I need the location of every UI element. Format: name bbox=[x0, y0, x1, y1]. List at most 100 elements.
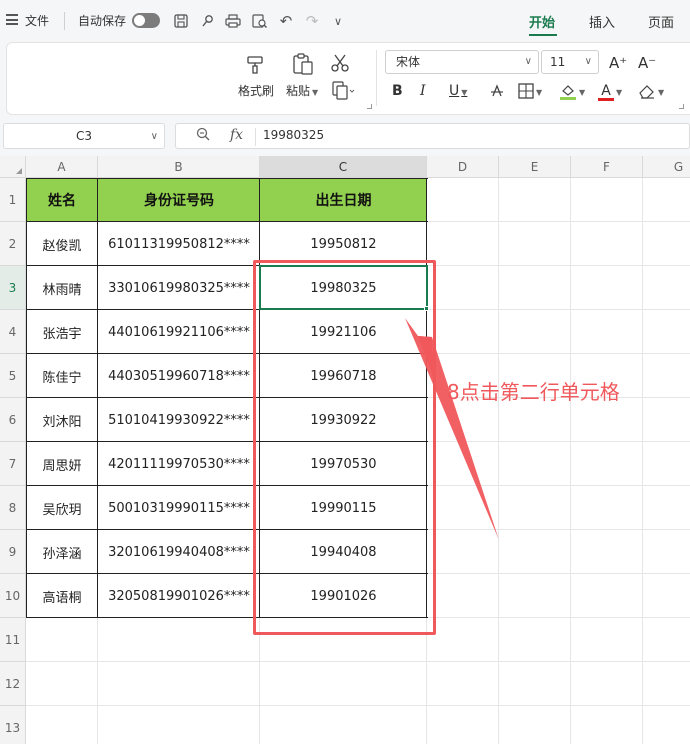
formula-input[interactable]: fx 19980325 bbox=[175, 123, 690, 149]
italic-button[interactable]: I bbox=[420, 80, 426, 102]
underline-dropdown-icon[interactable]: ▼ bbox=[461, 88, 467, 97]
formula-divider bbox=[255, 128, 256, 146]
row-header-10[interactable]: 10 bbox=[0, 574, 26, 618]
table-cell[interactable]: 61011319950812**** bbox=[98, 222, 260, 266]
copy-icon[interactable] bbox=[332, 81, 356, 106]
format-painter-icon[interactable] bbox=[245, 53, 267, 80]
name-box-value: C3 bbox=[75, 129, 92, 143]
tab-insert[interactable]: 插入 bbox=[589, 12, 615, 31]
bold-button[interactable]: B bbox=[392, 80, 403, 102]
row-header-7[interactable]: 7 bbox=[0, 442, 26, 486]
file-menu[interactable]: 文件 bbox=[25, 11, 49, 31]
chevron-down-icon: ∨ bbox=[584, 56, 592, 67]
column-header-f[interactable]: F bbox=[571, 156, 643, 178]
format-painter-button[interactable]: 格式刷 bbox=[238, 82, 274, 99]
name-box[interactable]: C3 ∨ bbox=[3, 123, 165, 149]
table-cell[interactable]: 孙泽涵 bbox=[26, 530, 98, 574]
print-icon[interactable] bbox=[223, 10, 243, 32]
font-color-button[interactable]: A ▼ bbox=[598, 80, 622, 102]
clipboard-group-launcher[interactable] bbox=[367, 104, 372, 109]
table-border bbox=[26, 178, 428, 179]
table-cell[interactable]: 周思妍 bbox=[26, 442, 98, 486]
print-preview-icon[interactable] bbox=[250, 10, 270, 32]
table-cell[interactable]: 42011119970530**** bbox=[98, 442, 260, 486]
font-name-select[interactable]: 宋体 ∨ bbox=[385, 50, 539, 74]
borders-icon[interactable]: ▼ bbox=[518, 80, 542, 102]
table-cell[interactable]: 刘沐阳 bbox=[26, 398, 98, 442]
gridline-vertical bbox=[642, 178, 643, 744]
row-header-13[interactable]: 13 bbox=[0, 706, 26, 744]
more-icon[interactable]: ∨ bbox=[328, 10, 348, 32]
table-cell[interactable]: 44010619921106**** bbox=[98, 310, 260, 354]
paste-dropdown-icon[interactable]: ▼ bbox=[312, 88, 318, 97]
save-icon[interactable] bbox=[171, 10, 191, 32]
table-cell[interactable]: 32010619940408**** bbox=[98, 530, 260, 574]
gridline-horizontal bbox=[26, 661, 690, 662]
row-header-6[interactable]: 6 bbox=[0, 398, 26, 442]
menu-icon[interactable] bbox=[6, 14, 18, 25]
row-header-3[interactable]: 3 bbox=[0, 266, 26, 310]
column-header-b[interactable]: B bbox=[98, 156, 260, 178]
table-header-cell[interactable]: 出生日期 bbox=[260, 178, 427, 222]
row-header-8[interactable]: 8 bbox=[0, 486, 26, 530]
table-cell[interactable]: 44030519960718**** bbox=[98, 354, 260, 398]
increase-font-size-button[interactable]: A⁺ bbox=[609, 52, 627, 74]
redo-icon[interactable]: ↷ bbox=[302, 10, 322, 32]
table-cell[interactable]: 高语桐 bbox=[26, 574, 98, 618]
undo-icon[interactable]: ↶ bbox=[276, 10, 296, 32]
gridline-vertical bbox=[498, 178, 499, 744]
table-cell[interactable]: 张浩宇 bbox=[26, 310, 98, 354]
formula-bar: C3 ∨ fx 19980325 bbox=[0, 118, 690, 156]
tab-home[interactable]: 开始 bbox=[529, 12, 555, 31]
table-header-cell[interactable]: 姓名 bbox=[26, 178, 98, 222]
chevron-down-icon: ∨ bbox=[524, 56, 532, 67]
clear-format-dropdown-icon[interactable]: ▼ bbox=[658, 88, 664, 97]
underline-button[interactable]: U ▼ bbox=[449, 80, 467, 102]
column-header-e[interactable]: E bbox=[499, 156, 571, 178]
row-header-1[interactable]: 1 bbox=[0, 178, 26, 222]
clear-format-icon[interactable]: ▼ bbox=[638, 80, 664, 102]
column-header-c[interactable]: C bbox=[260, 156, 427, 178]
row-header-2[interactable]: 2 bbox=[0, 222, 26, 266]
gridline-vertical bbox=[570, 178, 571, 744]
share-icon[interactable] bbox=[198, 10, 218, 32]
select-all-button[interactable] bbox=[0, 156, 26, 178]
insert-function-button[interactable]: fx bbox=[230, 127, 243, 143]
fill-color-icon[interactable]: ▼ bbox=[559, 80, 585, 102]
borders-dropdown-icon[interactable]: ▼ bbox=[536, 88, 542, 97]
row-header-9[interactable]: 9 bbox=[0, 530, 26, 574]
paste-button[interactable]: 粘贴 ▼ bbox=[286, 82, 318, 99]
table-cell[interactable]: 51010419930922**** bbox=[98, 398, 260, 442]
font-size-value: 11 bbox=[550, 55, 566, 69]
column-header-a[interactable]: A bbox=[26, 156, 98, 178]
font-color-dropdown-icon[interactable]: ▼ bbox=[616, 88, 622, 97]
autosave-toggle[interactable] bbox=[132, 13, 160, 28]
table-header-cell[interactable]: 身份证号码 bbox=[98, 178, 260, 222]
fill-color-dropdown-icon[interactable]: ▼ bbox=[579, 88, 585, 97]
table-cell[interactable]: 赵俊凯 bbox=[26, 222, 98, 266]
row-header-11[interactable]: 11 bbox=[0, 618, 26, 662]
cut-icon[interactable] bbox=[331, 53, 349, 78]
row-header-5[interactable]: 5 bbox=[0, 354, 26, 398]
column-header-d[interactable]: D bbox=[427, 156, 499, 178]
paste-icon[interactable] bbox=[291, 52, 315, 81]
font-size-select[interactable]: 11 ∨ bbox=[541, 50, 599, 74]
column-header-g[interactable]: G bbox=[643, 156, 690, 178]
font-name-value: 宋体 bbox=[396, 55, 421, 69]
table-cell[interactable]: 吴欣玥 bbox=[26, 486, 98, 530]
underline-label: U bbox=[449, 83, 460, 99]
zoom-icon[interactable] bbox=[196, 127, 210, 145]
font-group-launcher[interactable] bbox=[679, 104, 684, 109]
chevron-down-icon: ∨ bbox=[150, 131, 158, 142]
tab-page[interactable]: 页面 bbox=[648, 12, 674, 31]
row-header-12[interactable]: 12 bbox=[0, 662, 26, 706]
table-cell[interactable]: 50010319990115**** bbox=[98, 486, 260, 530]
table-cell[interactable]: 33010619980325**** bbox=[98, 266, 260, 310]
table-cell[interactable]: 32050819901026**** bbox=[98, 574, 260, 618]
decrease-font-size-button[interactable]: A⁻ bbox=[638, 52, 656, 74]
row-header-4[interactable]: 4 bbox=[0, 310, 26, 354]
table-cell[interactable]: 林雨晴 bbox=[26, 266, 98, 310]
strikethrough-icon[interactable] bbox=[490, 80, 504, 102]
active-tab-indicator bbox=[529, 34, 557, 36]
table-cell[interactable]: 陈佳宁 bbox=[26, 354, 98, 398]
